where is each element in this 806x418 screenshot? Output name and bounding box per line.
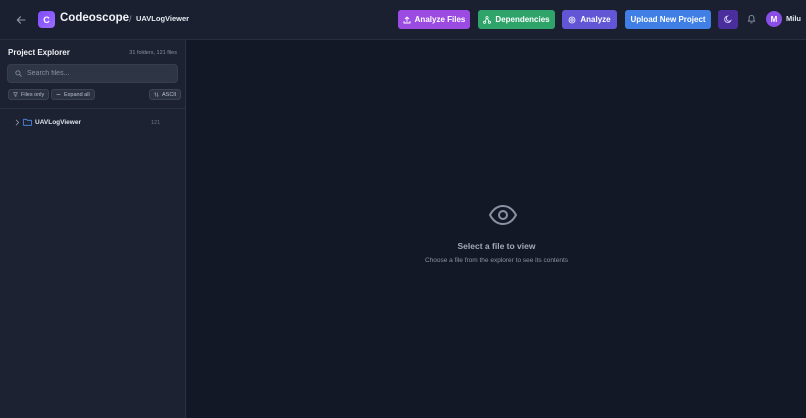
network-icon: [483, 15, 492, 24]
expand-icon: [56, 94, 61, 95]
search-input[interactable]: [27, 70, 167, 77]
back-arrow-icon[interactable]: [13, 12, 29, 28]
user-avatar[interactable]: M: [766, 11, 782, 27]
user-name[interactable]: Milu: [786, 14, 801, 23]
empty-state-subtitle: Choose a file from the explorer to see i…: [424, 257, 569, 264]
bell-icon: [747, 14, 755, 24]
top-bar: C Codeoscope / UAVLogViewer Analyze File…: [0, 0, 806, 40]
expand-all-button[interactable]: Expand all: [51, 89, 95, 100]
logo-letter: C: [43, 14, 50, 25]
theme-toggle-button[interactable]: [718, 10, 738, 29]
eye-icon: [489, 205, 517, 225]
breadcrumb-project[interactable]: UAVLogViewer: [136, 14, 189, 23]
expand-all-label: Expand all: [64, 91, 90, 98]
ascii-label: ASCII: [162, 91, 177, 98]
sidebar-divider: [0, 108, 185, 109]
upload-label: Upload New Project: [630, 15, 706, 24]
sort-icon: [154, 92, 159, 97]
filter-icon: [13, 92, 18, 97]
search-icon: [15, 70, 22, 77]
dependencies-button[interactable]: Dependencies: [478, 10, 555, 29]
moon-icon: [723, 15, 732, 23]
upload-icon: [403, 15, 411, 23]
files-only-filter[interactable]: Files only: [8, 89, 50, 100]
upload-new-project-button[interactable]: Upload New Project: [625, 10, 711, 29]
sidebar-title: Project Explorer: [8, 48, 70, 57]
breadcrumb-separator: /: [129, 14, 132, 24]
folder-icon: [23, 118, 32, 126]
empty-state-title: Select a file to view: [457, 241, 536, 251]
tree-item-count: 121: [151, 120, 161, 126]
file-viewer-panel: Select a file to view Choose a file from…: [187, 40, 806, 418]
ascii-toggle-button[interactable]: ASCII: [149, 89, 182, 100]
chevron-right-icon[interactable]: [15, 119, 20, 126]
analyze-label: Analyze: [580, 15, 611, 24]
analyze-files-label: Analyze Files: [414, 15, 466, 24]
notifications-button[interactable]: [744, 12, 758, 26]
app-logo[interactable]: C: [38, 11, 55, 28]
target-icon: [568, 16, 576, 23]
file-count: 31 folders, 121 files: [129, 50, 177, 56]
tree-item-label: UAVLogViewer: [35, 119, 81, 126]
tree-item-root-folder[interactable]: UAVLogViewer 121: [0, 117, 185, 129]
analyze-files-button[interactable]: Analyze Files: [398, 10, 470, 29]
analyze-button[interactable]: Analyze: [562, 10, 617, 29]
avatar-initial: M: [770, 14, 778, 24]
project-explorer-sidebar: Project Explorer 31 folders, 121 files F…: [0, 40, 186, 418]
dependencies-label: Dependencies: [495, 15, 550, 24]
search-box[interactable]: [7, 64, 178, 83]
app-name[interactable]: Codeoscope: [60, 12, 129, 24]
files-only-label: Files only: [21, 91, 45, 98]
